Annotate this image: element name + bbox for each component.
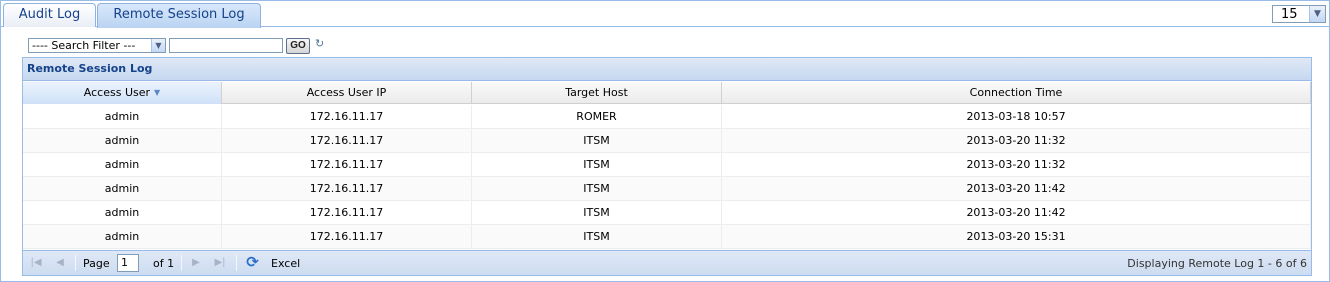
page-size-value: 15 (1281, 7, 1298, 22)
go-button[interactable]: GO (286, 38, 310, 54)
first-page-icon[interactable]: |◀ (29, 256, 43, 270)
column-header-connection-time[interactable]: Connection Time (722, 82, 1311, 104)
table-row[interactable]: admin 172.16.11.17 ITSM 2013-03-20 11:42 (23, 201, 1311, 225)
table-row[interactable]: admin 172.16.11.17 ITSM 2013-03-20 11:42 (23, 177, 1311, 201)
cell-target-host: ITSM (472, 201, 722, 224)
next-page-icon[interactable]: ▶ (189, 256, 203, 270)
cell-access-user-ip: 172.16.11.17 (222, 153, 472, 176)
cell-access-user-ip: 172.16.11.17 (222, 225, 472, 248)
excel-export-button[interactable]: Excel (271, 251, 300, 276)
cell-access-user: admin (23, 225, 222, 248)
cell-target-host: ROMER (472, 105, 722, 128)
tab-strip: Audit Log Remote Session Log 15 ▼ (1, 1, 1329, 28)
last-page-icon[interactable]: ▶| (213, 256, 227, 270)
page-of-label: of 1 (153, 257, 175, 270)
toolbar-separator (181, 255, 182, 271)
page-number-input[interactable]: 1 (117, 254, 139, 272)
prev-page-icon[interactable]: ◀ (53, 256, 67, 270)
cell-connection-time: 2013-03-20 11:42 (722, 177, 1311, 200)
chevron-down-icon[interactable]: ▼ (151, 39, 165, 52)
remote-session-grid: Remote Session Log Access User ▼ Access U… (22, 57, 1312, 276)
page-size-select[interactable]: 15 ▼ (1272, 5, 1326, 23)
reset-filter-icon[interactable]: ↻ (315, 38, 327, 50)
cell-access-user: admin (23, 153, 222, 176)
grid-body: admin 172.16.11.17 ROMER 2013-03-18 10:5… (23, 105, 1311, 249)
tab-audit-log[interactable]: Audit Log (3, 3, 96, 27)
cell-connection-time: 2013-03-18 10:57 (722, 105, 1311, 128)
cell-access-user: admin (23, 105, 222, 128)
cell-connection-time: 2013-03-20 11:42 (722, 201, 1311, 224)
page-label: Page (83, 257, 110, 270)
cell-access-user-ip: 172.16.11.17 (222, 129, 472, 152)
cell-access-user: admin (23, 129, 222, 152)
chevron-down-icon[interactable]: ▼ (1309, 6, 1325, 22)
column-header-access-user-ip[interactable]: Access User IP (222, 82, 472, 104)
cell-target-host: ITSM (472, 129, 722, 152)
cell-target-host: ITSM (472, 225, 722, 248)
sort-desc-icon: ▼ (154, 88, 161, 97)
cell-access-user-ip: 172.16.11.17 (222, 105, 472, 128)
search-filter-value: ---- Search Filter --- (32, 39, 136, 52)
grid-header: Access User ▼ Access User IP Target Host … (23, 82, 1311, 104)
table-row[interactable]: admin 172.16.11.17 ITSM 2013-03-20 11:32 (23, 153, 1311, 177)
table-row[interactable]: admin 172.16.11.17 ROMER 2013-03-18 10:5… (23, 105, 1311, 129)
search-filter-select[interactable]: ---- Search Filter --- ▼ (28, 38, 166, 53)
app-frame: Audit Log Remote Session Log 15 ▼ ---- S… (0, 0, 1330, 282)
cell-target-host: ITSM (472, 177, 722, 200)
toolbar-separator (75, 255, 76, 271)
cell-access-user: admin (23, 201, 222, 224)
cell-access-user: admin (23, 177, 222, 200)
cell-connection-time: 2013-03-20 11:32 (722, 129, 1311, 152)
search-input[interactable] (169, 38, 283, 53)
cell-access-user-ip: 172.16.11.17 (222, 201, 472, 224)
cell-access-user-ip: 172.16.11.17 (222, 177, 472, 200)
grid-title: Remote Session Log (23, 58, 1311, 81)
paging-toolbar: |◀ ◀ Page 1 of 1 ▶ ▶| ⟳ Excel Displaying… (23, 250, 1311, 275)
cell-connection-time: 2013-03-20 11:32 (722, 153, 1311, 176)
paging-display-message: Displaying Remote Log 1 - 6 of 6 (1127, 257, 1307, 270)
tab-remote-session-log[interactable]: Remote Session Log (97, 3, 261, 28)
table-row[interactable]: admin 172.16.11.17 ITSM 2013-03-20 15:31 (23, 225, 1311, 249)
column-header-target-host[interactable]: Target Host (472, 82, 722, 104)
cell-connection-time: 2013-03-20 15:31 (722, 225, 1311, 248)
toolbar-separator (236, 255, 237, 271)
column-header-access-user[interactable]: Access User ▼ (23, 82, 222, 104)
refresh-icon[interactable]: ⟳ (244, 254, 261, 271)
cell-target-host: ITSM (472, 153, 722, 176)
table-row[interactable]: admin 172.16.11.17 ITSM 2013-03-20 11:32 (23, 129, 1311, 153)
